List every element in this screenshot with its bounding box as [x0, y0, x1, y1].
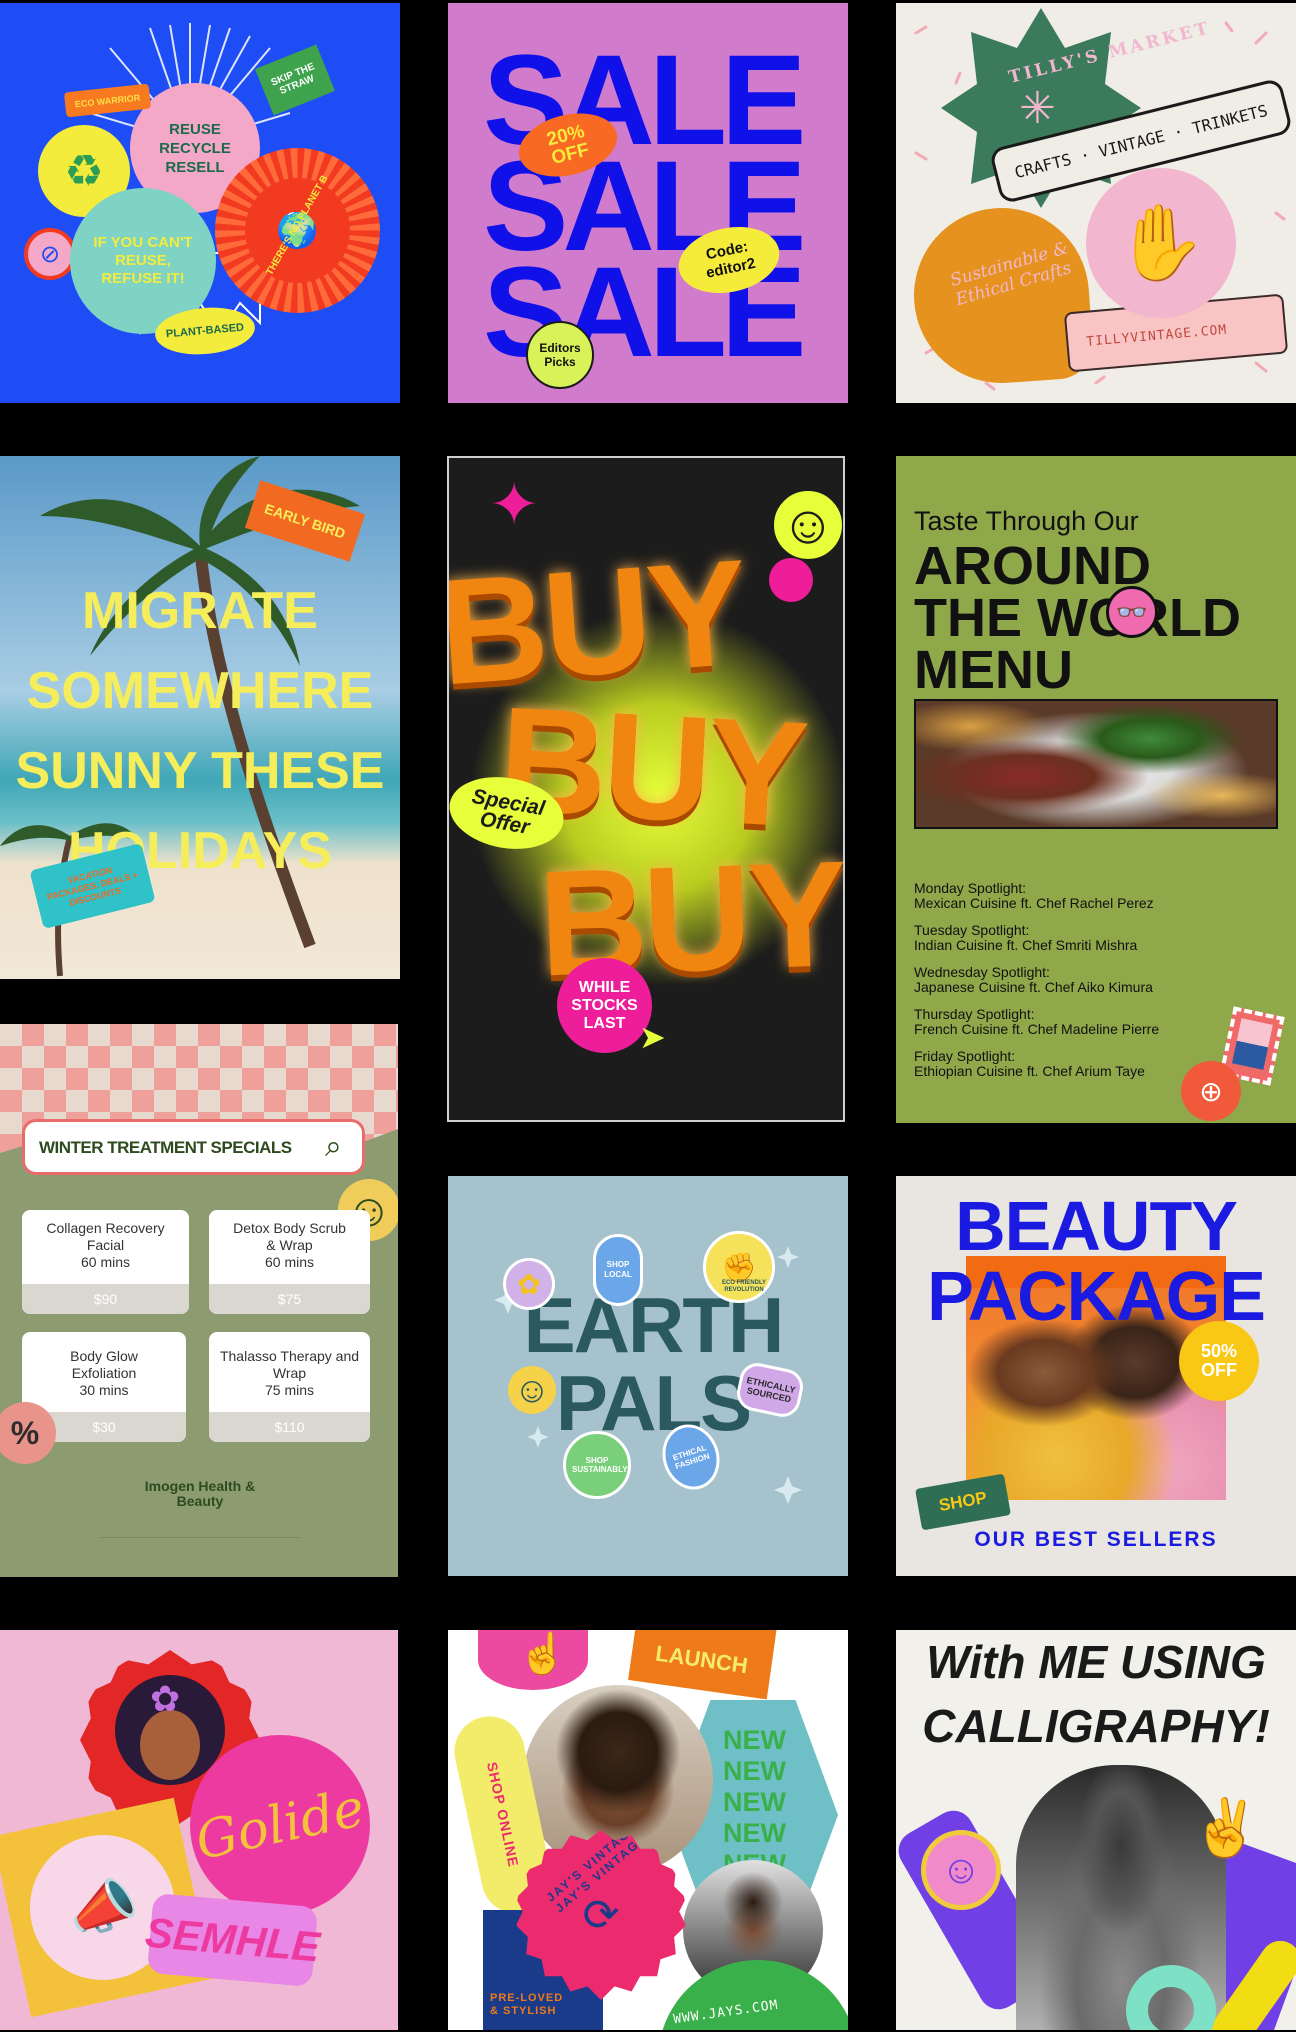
treatment-card[interactable]: Thalasso Therapy and Wrap 75 mins $110	[209, 1332, 370, 1442]
buy-card[interactable]: ✦ ☺ BUY BUY BUY Special Offer WHILE STOC…	[447, 456, 845, 1122]
semhle-tag: SEMHLE	[143, 1892, 322, 1988]
megaphone-icon: 📣	[61, 1868, 144, 1946]
no-straw-icon: ⊘	[24, 228, 76, 280]
golide-circle: Golide	[190, 1735, 370, 1915]
globe-face-icon: 👓	[1106, 586, 1158, 638]
sustainably-sticker: SHOP SUSTAINABLY	[563, 1431, 631, 1499]
search-icon[interactable]: ⌕	[325, 1130, 342, 1164]
flower-crown-icon: ✿	[150, 1678, 181, 1719]
bestsellers-label: OUR BEST SELLERS	[974, 1528, 1218, 1551]
sale-card[interactable]: SALE SALE SALE 20% OFF Code: editor2 Edi…	[448, 3, 848, 403]
preloved-label: PRE-LOVED & STYLISH	[490, 1992, 564, 2017]
planet-face-icon: ☺	[921, 1830, 1001, 1910]
list-item: Tuesday Spotlight: Indian Cuisine ft. Ch…	[914, 922, 1138, 953]
launch-tag: LAUNCH	[628, 1630, 778, 1700]
while-stocks-badge: WHILE STOCKS LAST	[557, 958, 652, 1053]
list-item: Monday Spotlight: Mexican Cuisine ft. Ch…	[914, 880, 1154, 911]
brand-name: Imogen Health & Beauty	[144, 1478, 256, 1509]
menu-subtitle: Taste Through Our	[914, 506, 1139, 536]
menu-title: AROUND THE WORLD MENU	[914, 536, 1241, 700]
jays-vintage-card[interactable]: ☝ LAUNCH SHOP ONLINE NEW NEW NEW NEW NEW…	[448, 1630, 848, 2030]
world-menu-card[interactable]: Taste Through Our AROUND THE WORLD MENU …	[896, 456, 1296, 1123]
hand-circle: ✋	[1086, 168, 1236, 318]
victory-hand-icon: ✌	[1191, 1796, 1261, 1859]
golide-card[interactable]: ✿ Golide 📣 SEMHLE	[0, 1630, 398, 2030]
callig-headline: With ME USING CALLIGRAPHY!	[922, 1636, 1270, 1752]
pointer-hand-icon: ☝	[518, 1632, 568, 1676]
compass-badge-icon: ⊕	[1181, 1061, 1241, 1121]
shop-local-sticker: SHOP LOCAL	[593, 1234, 643, 1306]
calligraphy-card[interactable]: With ME USING CALLIGRAPHY! ☺ ✌	[896, 1630, 1296, 2030]
percent-badge: %	[0, 1402, 56, 1464]
shop-button[interactable]: SHOP	[915, 1473, 1011, 1531]
flower-icon: ✿	[503, 1258, 555, 1310]
search-bar[interactable]: WINTER TREATMENT SPECIALS ⌕	[22, 1119, 365, 1175]
cursor-icon: ➤	[639, 1019, 666, 1055]
tillys-market-card[interactable]: ✳ TILLY'S MARKET CRAFTS · VINTAGE · TRIN…	[896, 3, 1296, 403]
treatment-card[interactable]: Collagen Recovery Facial 60 mins $90	[22, 1210, 189, 1314]
list-item: Wednesday Spotlight: Japanese Cuisine ft…	[914, 964, 1153, 995]
beauty-title: BEAUTY PACKAGE	[927, 1187, 1266, 1335]
beauty-package-card[interactable]: BEAUTY PACKAGE 50% OFF SHOP OUR BEST SEL…	[896, 1176, 1296, 1576]
buy-stack: BUY BUY BUY	[449, 528, 843, 1008]
smiley-icon: ☺	[508, 1366, 556, 1414]
revolution-sticker: ✊ ECO FRIENDLY REVOLUTION	[703, 1231, 775, 1303]
food-photo	[914, 699, 1278, 829]
divider	[100, 1537, 300, 1538]
new-stack: NEW NEW NEW NEW NEW	[723, 1725, 786, 1879]
refresh-icon: ⟳	[582, 1890, 620, 1940]
hand-icon: ✋	[1114, 200, 1208, 284]
migrate-card[interactable]: EARLY BIRD MIGRATE SOMEWHERE SUNNY THESE…	[0, 456, 400, 979]
treatment-card[interactable]: Detox Body Scrub & Wrap 60 mins $75	[209, 1210, 370, 1314]
sparkle-icon: ✦	[489, 471, 540, 538]
eco-warrior-card[interactable]: REUSE RECYCLE RESELL ECO WARRIOR SKIP TH…	[0, 3, 400, 403]
discount-badge: 50% OFF	[1179, 1321, 1259, 1401]
editors-picks-badge: Editors Picks	[526, 321, 594, 389]
headline: MIGRATE SOMEWHERE SUNNY THESE HOLIDAYS	[15, 582, 385, 880]
earth-pals-card[interactable]: EARTH PALS ✿ SHOP LOCAL ✊ ECO FRIENDLY R…	[448, 1176, 848, 1576]
sale-stack: SALE SALE SALE	[483, 37, 823, 377]
winter-treatment-card[interactable]: WINTER TREATMENT SPECIALS ⌕ ☺ Collagen R…	[0, 1024, 398, 1577]
no-planet-sunburst: 🌍 THERE'S NO PLANET B	[215, 148, 380, 313]
starburst-icon: ✳	[1019, 84, 1056, 133]
fist-icon: ✊	[721, 1251, 757, 1283]
recycle-icon: ♻	[64, 146, 104, 196]
